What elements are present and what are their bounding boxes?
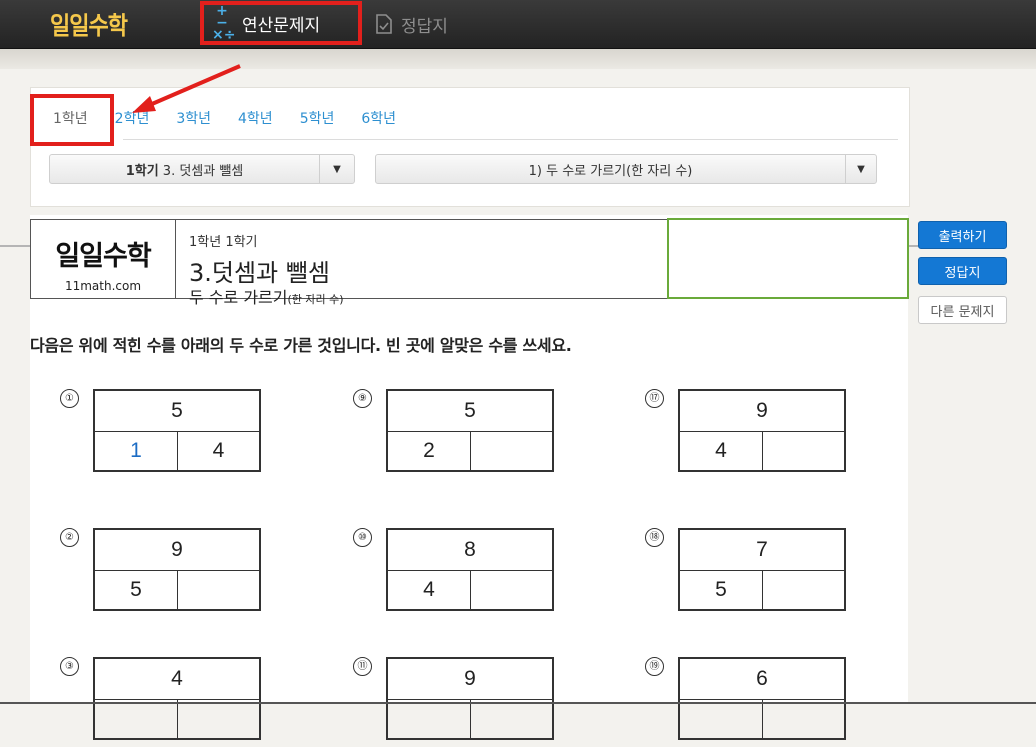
right-part-cell[interactable] bbox=[178, 700, 259, 738]
right-part-cell[interactable] bbox=[763, 700, 844, 738]
tab-grade-2[interactable]: 2학년 bbox=[115, 108, 150, 128]
division-box: 4 bbox=[93, 657, 261, 740]
left-part-cell[interactable]: 1 bbox=[95, 432, 178, 470]
divider bbox=[0, 245, 30, 247]
whole-number-cell: 7 bbox=[680, 530, 844, 571]
topic-select-value: 1) 두 수로 가르기(한 자리 수) bbox=[528, 163, 693, 179]
problem-number: ⑨ bbox=[353, 389, 372, 408]
selector-panel: 1학년 2학년 3학년 4학년 5학년 6학년 1학기 3. 덧셈과 뺄셈 ▼ … bbox=[30, 87, 910, 207]
left-part-cell[interactable]: 5 bbox=[680, 571, 763, 609]
division-box: 52 bbox=[386, 389, 554, 472]
whole-number-cell: 8 bbox=[388, 530, 552, 571]
problem-number: ② bbox=[60, 528, 79, 547]
left-part-cell[interactable] bbox=[388, 700, 471, 738]
problem-number: ⑱ bbox=[645, 528, 664, 547]
worksheet-url: 11math.com bbox=[64, 279, 142, 293]
instruction-text: 다음은 위에 적힌 수를 아래의 두 수로 가른 것입니다. 빈 곳에 알맞은 … bbox=[30, 336, 572, 355]
calc-ops-icon: +− ×÷ bbox=[212, 3, 236, 43]
highlight-box-grade bbox=[30, 94, 114, 146]
problem-item: ⑰94 bbox=[645, 389, 878, 479]
division-box: 84 bbox=[386, 528, 554, 611]
division-box: 6 bbox=[678, 657, 846, 740]
right-part-cell[interactable]: 4 bbox=[178, 432, 259, 470]
whole-number-cell: 9 bbox=[388, 659, 552, 700]
unit-select[interactable]: 1학기 3. 덧셈과 뺄셈 ▼ bbox=[49, 154, 355, 184]
other-worksheet-button[interactable]: 다른 문제지 bbox=[918, 296, 1007, 324]
whole-number-cell: 5 bbox=[388, 391, 552, 432]
caret-down-icon: ▼ bbox=[319, 155, 354, 183]
worksheet-logo-cell: 일일수학 11math.com bbox=[31, 220, 176, 298]
tab-grade-3[interactable]: 3학년 bbox=[176, 108, 211, 128]
answer-sheet-button[interactable]: 정답지 bbox=[918, 257, 1007, 285]
problem-item: ①514 bbox=[60, 389, 293, 479]
worksheet-logo: 일일수학 bbox=[55, 241, 151, 272]
worksheet-topic: 두 수로 가르기(한 자리 수) bbox=[189, 288, 344, 307]
problem-item: ⑩84 bbox=[353, 528, 586, 618]
right-part-cell[interactable] bbox=[471, 700, 552, 738]
left-part-cell[interactable]: 5 bbox=[95, 571, 178, 609]
whole-number-cell: 9 bbox=[95, 530, 259, 571]
top-navigation-bar bbox=[0, 0, 1036, 49]
worksheet-header: 일일수학 11math.com 1학년 1학기 3.덧셈과 뺄셈 두 수로 가르… bbox=[30, 218, 909, 307]
right-part-cell[interactable] bbox=[178, 571, 259, 609]
tab-grade-4[interactable]: 4학년 bbox=[238, 108, 273, 128]
left-part-cell[interactable] bbox=[95, 700, 178, 738]
topic-select[interactable]: 1) 두 수로 가르기(한 자리 수) ▼ bbox=[375, 154, 877, 184]
print-button[interactable]: 출력하기 bbox=[918, 221, 1007, 249]
worksheet: 일일수학 11math.com 1학년 1학기 3.덧셈과 뺄셈 두 수로 가르… bbox=[30, 215, 909, 740]
division-box: 95 bbox=[93, 528, 261, 611]
division-box: 75 bbox=[678, 528, 846, 611]
problem-number: ⑰ bbox=[645, 389, 664, 408]
division-box: 514 bbox=[93, 389, 261, 472]
tab-grade-6[interactable]: 6학년 bbox=[361, 108, 396, 128]
problem-number: ③ bbox=[60, 657, 79, 676]
problem-number: ⑪ bbox=[353, 657, 372, 676]
document-check-icon bbox=[376, 14, 392, 34]
right-part-cell[interactable] bbox=[763, 432, 844, 470]
worksheet-unit-title: 3.덧셈과 뺄셈 bbox=[189, 259, 330, 287]
left-part-cell[interactable]: 2 bbox=[388, 432, 471, 470]
site-logo[interactable]: 일일수학 bbox=[50, 6, 128, 41]
problem-number: ① bbox=[60, 389, 79, 408]
problem-item: ⑱75 bbox=[645, 528, 878, 618]
division-box: 9 bbox=[386, 657, 554, 740]
problem-number: ⑲ bbox=[645, 657, 664, 676]
division-box: 94 bbox=[678, 389, 846, 472]
whole-number-cell: 4 bbox=[95, 659, 259, 700]
tab-grade-5[interactable]: 5학년 bbox=[300, 108, 335, 128]
nav-calc-worksheet[interactable]: +− ×÷ 연산문제지 bbox=[200, 1, 362, 45]
nav-answer-label: 정답지 bbox=[401, 16, 448, 37]
problem-item: ②95 bbox=[60, 528, 293, 618]
nav-answer-sheet[interactable]: 정답지 bbox=[375, 10, 448, 38]
problem-item: ⑨52 bbox=[353, 389, 586, 479]
worksheet-grade-term: 1학년 1학기 bbox=[189, 235, 258, 250]
tab-divider bbox=[123, 139, 898, 140]
problem-number: ⑩ bbox=[353, 528, 372, 547]
nav-calc-label: 연산문제지 bbox=[242, 15, 321, 36]
caret-down-icon: ▼ bbox=[845, 155, 876, 183]
unit-select-value: 1학기 3. 덧셈과 뺄셈 bbox=[125, 163, 244, 179]
header-band bbox=[0, 49, 1036, 69]
name-box bbox=[667, 218, 909, 299]
whole-number-cell: 9 bbox=[680, 391, 844, 432]
right-part-cell[interactable] bbox=[763, 571, 844, 609]
divider bbox=[908, 245, 918, 247]
whole-number-cell: 6 bbox=[680, 659, 844, 700]
whole-number-cell: 5 bbox=[95, 391, 259, 432]
left-part-cell[interactable]: 4 bbox=[680, 432, 763, 470]
left-part-cell[interactable] bbox=[680, 700, 763, 738]
right-part-cell[interactable] bbox=[471, 571, 552, 609]
right-part-cell[interactable] bbox=[471, 432, 552, 470]
left-part-cell[interactable]: 4 bbox=[388, 571, 471, 609]
